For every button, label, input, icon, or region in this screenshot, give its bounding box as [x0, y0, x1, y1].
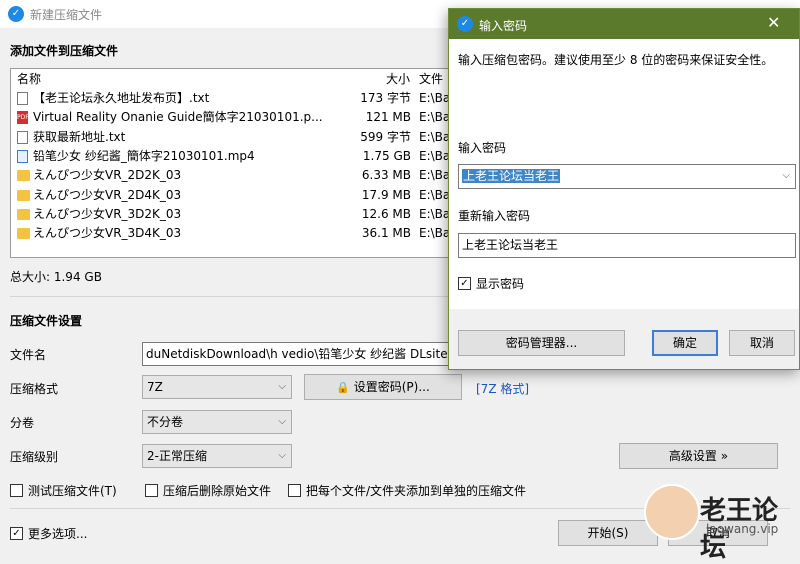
- file-row[interactable]: 铅笔少女 纱纪酱_簡体字21030101.mp4 1.75 GB E:\Ba: [11, 147, 451, 166]
- filename-input[interactable]: duNetdiskDownload\h vedio\铅笔少女 纱纪酱 DLsit…: [142, 342, 452, 366]
- file-row[interactable]: えんぴつ少女VR_2D2K_03 6.33 MB E:\Ba: [11, 166, 451, 185]
- set-password-label: 设置密码(P)...: [353, 380, 430, 394]
- file-size: 17.9 MB: [361, 187, 411, 202]
- set-password-button[interactable]: 🔒 设置密码(P)...: [304, 374, 462, 400]
- format-value: 7Z: [147, 380, 163, 394]
- file-row[interactable]: えんぴつ少女VR_3D4K_03 36.1 MB E:\Ba: [11, 224, 451, 243]
- file-name: 【老王论坛永久地址发布页】.txt: [33, 91, 210, 105]
- file-name: えんぴつ少女VR_2D4K_03: [33, 187, 182, 202]
- chevron-down-icon: ⌵: [278, 416, 286, 427]
- file-size: 173 字节: [360, 91, 411, 105]
- separate-archives-checkbox[interactable]: [288, 484, 301, 497]
- column-header-path[interactable]: 文件: [419, 69, 443, 89]
- lock-icon: 🔒: [336, 381, 350, 394]
- repeat-password-label: 重新输入密码: [458, 209, 531, 223]
- video-file-icon: [17, 149, 28, 163]
- show-password-label[interactable]: 显示密码: [476, 275, 524, 292]
- file-path: E:\Ba: [419, 91, 451, 105]
- file-name: Virtual Reality Onanie Guide簡体字21030101.…: [33, 110, 323, 125]
- password-value: 上老王论坛当老王: [462, 169, 561, 183]
- close-icon[interactable]: ✕: [767, 13, 780, 32]
- watermark-domain: laowang.vip: [706, 522, 779, 536]
- file-size: 6.33 MB: [361, 168, 411, 183]
- filename-label: 文件名: [10, 348, 47, 362]
- split-label: 分卷: [10, 416, 35, 430]
- format-select[interactable]: 7Z ⌵: [142, 375, 292, 399]
- folder-icon: [17, 189, 30, 201]
- file-size: 12.6 MB: [361, 206, 411, 221]
- advanced-settings-button[interactable]: 高级设置 »: [619, 443, 778, 469]
- show-password-checkbox[interactable]: ✓: [458, 277, 471, 290]
- file-row[interactable]: えんぴつ少女VR_3D2K_03 12.6 MB E:\Ba: [11, 205, 451, 224]
- mascot-avatar: [644, 484, 700, 540]
- folder-icon: [17, 208, 30, 220]
- password-manager-button[interactable]: 密码管理器...: [458, 330, 625, 356]
- file-path: E:\Ba: [419, 187, 451, 202]
- password-input[interactable]: 上老王论坛当老王 ⌵: [458, 164, 796, 189]
- app-logo-icon: ✓: [8, 6, 24, 22]
- folder-icon: [17, 170, 30, 182]
- folder-icon: [17, 228, 30, 240]
- ok-button[interactable]: 确定: [652, 330, 718, 356]
- password-dialog: ✓ 输入密码 ✕ 输入压缩包密码。建议使用至少 8 位的密码来保证安全性。 输入…: [448, 8, 800, 370]
- file-name: えんぴつ少女VR_3D2K_03: [33, 206, 182, 221]
- file-size: 121 MB: [365, 110, 411, 125]
- text-file-icon: [17, 92, 28, 105]
- level-label: 压缩级别: [10, 450, 59, 464]
- file-path: E:\Ba: [419, 110, 451, 125]
- delete-source-label[interactable]: 压缩后删除原始文件: [163, 482, 271, 499]
- add-files-heading: 添加文件到压缩文件: [10, 44, 119, 58]
- more-options-label[interactable]: 更多选项...: [28, 525, 87, 542]
- format-label: 压缩格式: [10, 382, 59, 396]
- test-archive-label[interactable]: 测试压缩文件(T): [28, 482, 117, 499]
- file-path: E:\Ba: [419, 148, 451, 163]
- chevron-down-icon: ⌵: [278, 450, 286, 461]
- format-help-link[interactable]: [7Z 格式]: [476, 380, 529, 397]
- start-button[interactable]: 开始(S): [558, 520, 658, 546]
- file-row[interactable]: PDF Virtual Reality Onanie Guide簡体字210301…: [11, 108, 451, 127]
- dialog-title-bar: ✓ 输入密码 ✕: [449, 9, 799, 39]
- window-title: 新建压缩文件: [30, 8, 103, 22]
- delete-source-checkbox[interactable]: [145, 484, 158, 497]
- file-path: E:\Ba: [419, 168, 451, 183]
- split-value: 不分卷: [147, 415, 184, 429]
- file-name: えんぴつ少女VR_2D2K_03: [33, 168, 182, 183]
- app-logo-icon: ✓: [457, 16, 473, 32]
- settings-heading: 压缩文件设置: [10, 314, 83, 328]
- split-select[interactable]: 不分卷 ⌵: [142, 410, 292, 434]
- file-row[interactable]: 获取最新地址.txt 599 字节 E:\Ba: [11, 128, 451, 147]
- column-header-name[interactable]: 名称: [17, 69, 41, 89]
- test-archive-checkbox[interactable]: [10, 484, 23, 497]
- file-size: 599 字节: [360, 129, 411, 144]
- dialog-description: 输入压缩包密码。建议使用至少 8 位的密码来保证安全性。: [458, 53, 774, 67]
- file-list[interactable]: 名称 大小 文件 【老王论坛永久地址发布页】.txt 173 字节 E:\Ba PDF…: [10, 68, 452, 258]
- file-row[interactable]: えんぴつ少女VR_2D4K_03 17.9 MB E:\Ba: [11, 186, 451, 205]
- pdf-file-icon: PDF: [17, 111, 29, 125]
- total-size: 总大小: 1.94 GB: [10, 270, 102, 284]
- file-size: 36.1 MB: [361, 226, 411, 241]
- file-name: 获取最新地址.txt: [33, 129, 126, 144]
- column-header-size[interactable]: 大小: [386, 69, 410, 89]
- file-path: E:\Ba: [419, 129, 451, 144]
- text-file-icon: [17, 130, 28, 144]
- file-size: 1.75 GB: [362, 148, 411, 163]
- dialog-title: 输入密码: [479, 19, 528, 33]
- password-label: 输入密码: [458, 141, 507, 155]
- dialog-cancel-button[interactable]: 取消: [729, 330, 795, 356]
- file-path: E:\Ba: [419, 206, 451, 221]
- file-path: E:\Ba: [419, 226, 451, 241]
- chevron-down-icon[interactable]: ⌵: [782, 165, 790, 187]
- dialog-button-area: 密码管理器... 确定 取消: [449, 309, 799, 369]
- level-value: 2-正常压缩: [147, 449, 207, 463]
- separate-archives-label[interactable]: 把每个文件/文件夹添加到单独的压缩文件: [306, 482, 526, 499]
- file-name: えんぴつ少女VR_3D4K_03: [33, 226, 182, 241]
- divider: [10, 296, 450, 297]
- repeat-password-input[interactable]: 上老王论坛当老王: [458, 233, 796, 258]
- level-select[interactable]: 2-正常压缩 ⌵: [142, 444, 292, 468]
- chevron-down-icon: ⌵: [278, 381, 286, 392]
- file-row[interactable]: 【老王论坛永久地址发布页】.txt 173 字节 E:\Ba: [11, 89, 451, 108]
- more-options-checkbox[interactable]: ✓: [10, 527, 23, 540]
- file-name: 铅笔少女 纱纪酱_簡体字21030101.mp4: [33, 148, 255, 163]
